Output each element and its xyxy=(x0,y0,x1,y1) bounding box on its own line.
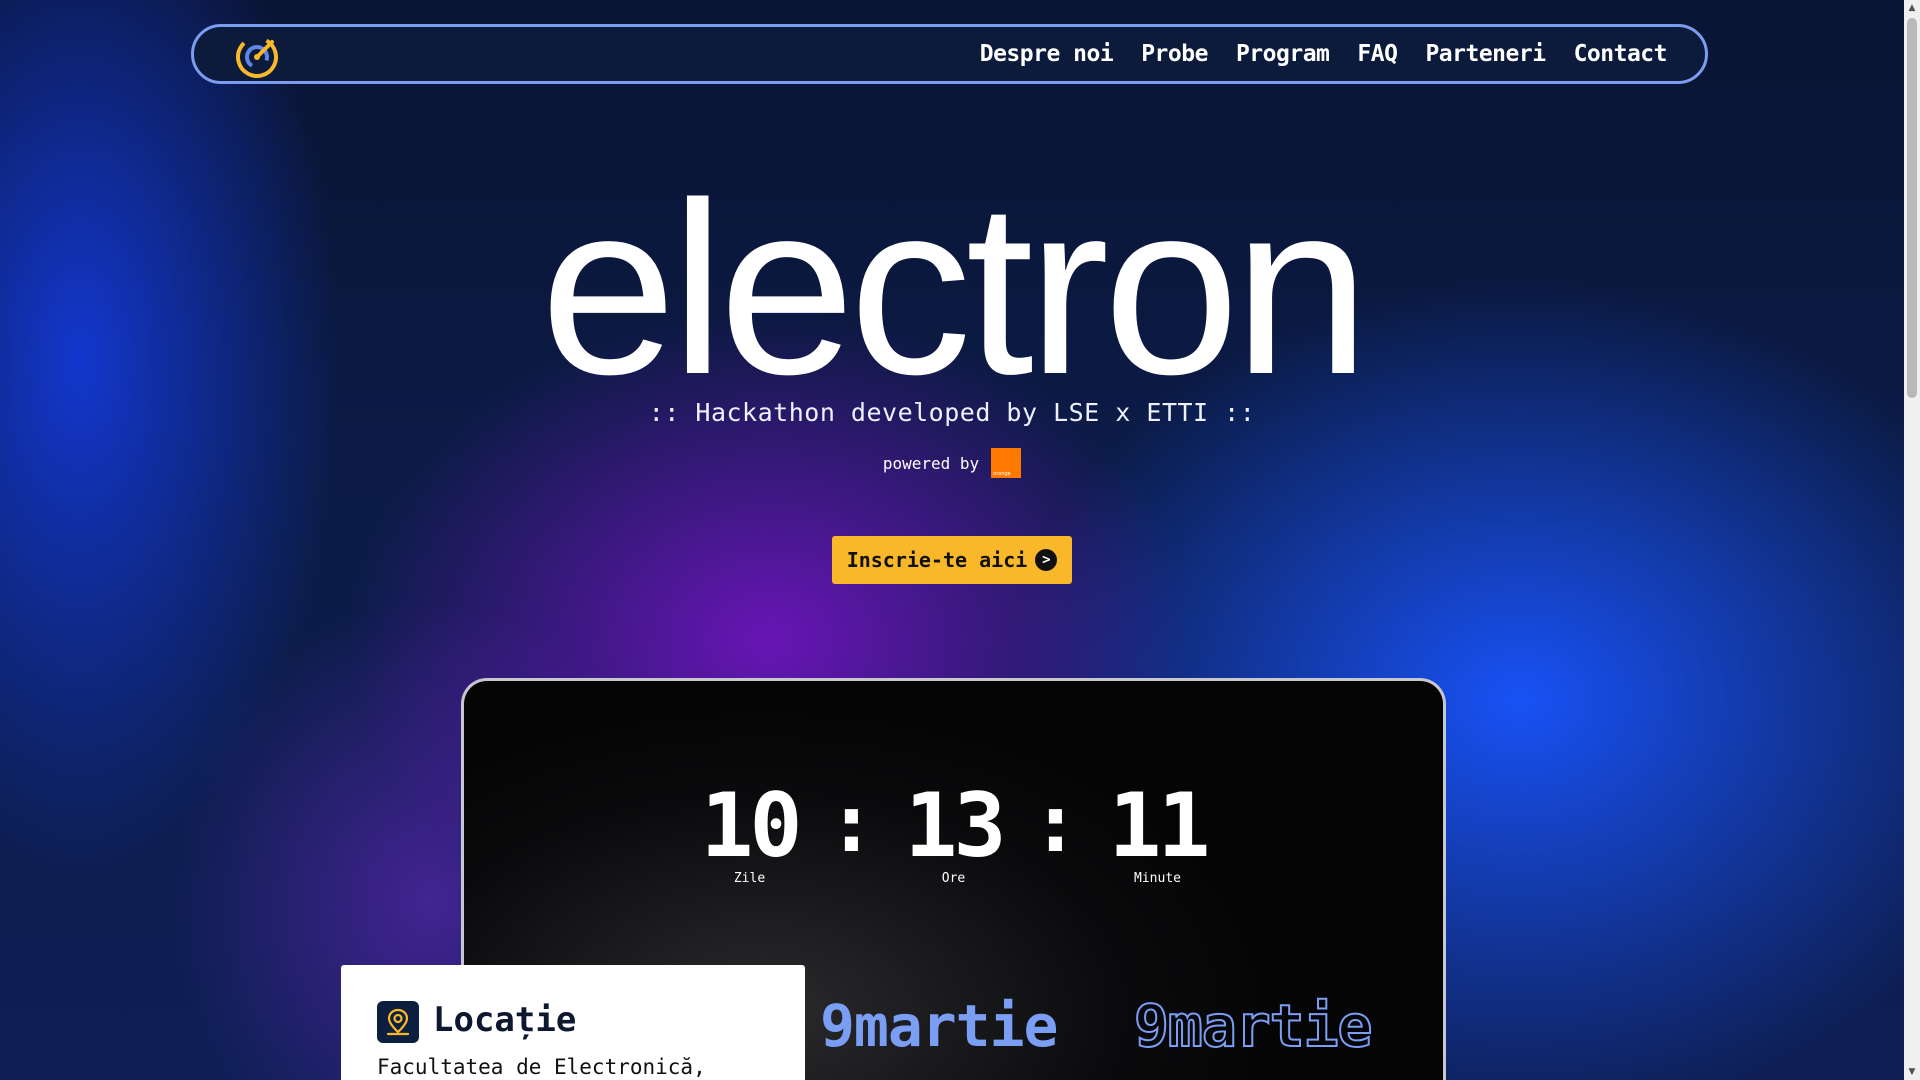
page-scrollbar[interactable]: ▲ ▼ xyxy=(1904,0,1920,1080)
electron-logo-icon[interactable] xyxy=(234,34,280,80)
register-button-label: Inscrie-te aici xyxy=(846,548,1028,572)
countdown-hours: 13 Ore xyxy=(889,774,1019,887)
register-button[interactable]: Inscrie-te aici > xyxy=(832,536,1072,584)
event-date-outline: 9martie xyxy=(1133,991,1373,1061)
scroll-down-arrow-icon[interactable]: ▼ xyxy=(1904,1064,1920,1080)
orange-logo-text: orange xyxy=(993,471,1011,477)
powered-by-label: powered by xyxy=(882,453,980,473)
scroll-up-arrow-icon[interactable]: ▲ xyxy=(1904,0,1920,16)
location-text: Facultatea de Electronică, xyxy=(377,1055,706,1079)
nav-link-despre-noi[interactable]: Despre noi xyxy=(980,41,1114,67)
countdown-separator: : xyxy=(1031,777,1080,870)
location-pin-icon xyxy=(377,1001,419,1043)
countdown-hours-value: 13 xyxy=(904,774,1007,877)
countdown: 10 Zile : 13 Ore : 11 Minute xyxy=(464,774,1443,887)
countdown-days: 10 Zile xyxy=(685,774,815,887)
nav-link-contact[interactable]: Contact xyxy=(1574,41,1668,67)
hero-title-text: electron xyxy=(540,168,1364,388)
arrow-right-icon: > xyxy=(1035,549,1058,571)
nav-links: Despre noi Probe Program FAQ Parteneri C… xyxy=(980,27,1668,81)
countdown-days-value: 10 xyxy=(700,774,803,877)
navbar: Despre noi Probe Program FAQ Parteneri C… xyxy=(191,24,1708,84)
hero-title: electron xyxy=(0,168,1904,388)
nav-link-probe[interactable]: Probe xyxy=(1141,41,1208,67)
powered-by-row: powered by orange xyxy=(0,447,1904,479)
nav-link-parteneri[interactable]: Parteneri xyxy=(1425,41,1546,67)
event-date-solid: 9martie xyxy=(820,992,1058,1060)
countdown-minutes: 11 Minute xyxy=(1093,774,1223,887)
orange-logo[interactable]: orange xyxy=(991,448,1022,478)
location-title: Locație xyxy=(433,1000,577,1040)
hero-subtitle: :: Hackathon developed by LSE x ETTI :: xyxy=(648,398,1256,427)
location-card: Locație Facultatea de Electronică, xyxy=(341,965,805,1080)
countdown-minutes-value: 11 xyxy=(1108,774,1211,877)
countdown-separator: : xyxy=(827,777,876,870)
nav-link-program[interactable]: Program xyxy=(1236,41,1330,67)
scrollbar-thumb[interactable] xyxy=(1907,18,1917,398)
nav-link-faq[interactable]: FAQ xyxy=(1357,41,1398,67)
